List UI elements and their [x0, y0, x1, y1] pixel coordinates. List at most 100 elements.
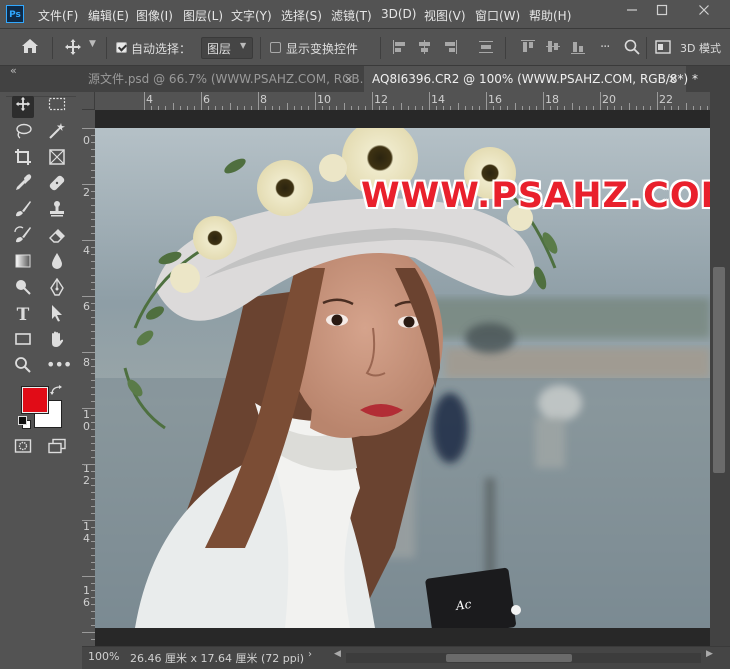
- eyedropper-icon[interactable]: [12, 174, 34, 196]
- ruler-label: 2: [83, 186, 90, 199]
- hand-icon[interactable]: [46, 330, 68, 352]
- show-transform-checkbox[interactable]: [270, 42, 281, 53]
- horizontal-scroll-thumb[interactable]: [446, 654, 572, 662]
- gradient-icon[interactable]: [12, 252, 34, 274]
- close-tab-icon[interactable]: ✕: [344, 73, 353, 86]
- scroll-left-icon[interactable]: ◀: [334, 649, 341, 659]
- vertical-ruler[interactable]: 0246810121416: [82, 110, 96, 646]
- horizontal-ruler[interactable]: 4 6 8 10 12 14 16 18 20 22: [82, 92, 710, 111]
- ruler-label: 16: [488, 93, 502, 106]
- tab-source-psd[interactable]: 源文件.psd @ 66.7% (WWW.PSAHZ.COM, RGB...: [80, 66, 371, 92]
- menu-image[interactable]: 图像(I): [136, 7, 173, 24]
- menu-type[interactable]: 文字(Y): [231, 7, 272, 24]
- ruler-label: 14: [431, 93, 445, 106]
- chevron-down-icon[interactable]: ▼: [89, 39, 96, 49]
- ruler-origin[interactable]: [82, 92, 95, 110]
- menu-help[interactable]: 帮助(H): [529, 7, 571, 24]
- align-left-icon[interactable]: [393, 40, 407, 54]
- ruler-tick: [82, 352, 95, 353]
- ruler-tick: [144, 92, 145, 110]
- screen-mode-icon[interactable]: [46, 438, 68, 460]
- close-tab-icon[interactable]: ✕: [668, 73, 677, 86]
- document-tab-bar: « 源文件.psd @ 66.7% (WWW.PSAHZ.COM, RGB...…: [0, 64, 730, 92]
- magic-wand-icon[interactable]: [46, 122, 68, 144]
- ruler-label: 10: [317, 93, 331, 106]
- search-icon[interactable]: [624, 39, 640, 58]
- workspace-icon[interactable]: [655, 40, 671, 57]
- pen-icon[interactable]: [46, 277, 68, 300]
- align-right-icon[interactable]: [443, 40, 457, 54]
- ruler-tick: [543, 92, 544, 110]
- auto-select-dropdown[interactable]: 图层 ▼: [201, 37, 253, 59]
- ruler-tick: [258, 92, 259, 110]
- ruler-tick: [571, 103, 573, 110]
- ruler-label: 6: [83, 596, 90, 609]
- maximize-icon[interactable]: [648, 2, 676, 22]
- crop-icon[interactable]: [12, 148, 34, 170]
- move-icon[interactable]: [12, 96, 34, 118]
- eraser-icon[interactable]: [46, 226, 68, 248]
- ruler-tick: [82, 520, 95, 521]
- more-options-icon[interactable]: ···: [600, 40, 610, 55]
- menu-filter[interactable]: 滤镜(T): [331, 7, 372, 24]
- document-canvas[interactable]: Ac WWW.PSAHZ.COM: [95, 110, 710, 646]
- close-icon[interactable]: [690, 2, 718, 22]
- move-tool-preset-icon[interactable]: [64, 38, 82, 59]
- ruler-tick: [685, 103, 687, 110]
- zoom-level[interactable]: 100%: [88, 650, 119, 663]
- history-brush-icon[interactable]: [12, 226, 34, 248]
- menu-layer[interactable]: 图层(L): [183, 7, 223, 24]
- frame-icon[interactable]: [46, 148, 68, 170]
- collapse-panels-icon[interactable]: «: [10, 64, 17, 77]
- zoom-icon[interactable]: [12, 356, 34, 378]
- ruler-label: 4: [83, 244, 90, 257]
- dodge-icon[interactable]: [12, 278, 34, 300]
- ruler-tick: [315, 92, 316, 110]
- auto-select-checkbox[interactable]: [116, 42, 127, 53]
- distribute-vertical-icon[interactable]: [479, 40, 493, 54]
- align-bottom-icon[interactable]: [571, 40, 585, 54]
- ruler-tick: [286, 103, 288, 110]
- menu-view[interactable]: 视图(V): [424, 7, 466, 24]
- type-icon[interactable]: T: [12, 304, 34, 326]
- foreground-color-icon[interactable]: [22, 387, 48, 413]
- rectangle-icon[interactable]: [12, 330, 34, 352]
- minimize-icon[interactable]: [618, 2, 646, 22]
- 3d-mode-label[interactable]: 3D 模式: [680, 40, 721, 56]
- brush-icon[interactable]: [12, 200, 34, 222]
- blur-icon[interactable]: [46, 252, 68, 274]
- document-image[interactable]: Ac WWW.PSAHZ.COM: [95, 128, 710, 628]
- menu-window[interactable]: 窗口(W): [475, 7, 520, 24]
- stamp-icon[interactable]: [46, 200, 68, 222]
- ruler-tick: [486, 92, 487, 110]
- home-icon[interactable]: [20, 37, 40, 58]
- marquee-icon[interactable]: [46, 96, 68, 118]
- menu-edit[interactable]: 编辑(E): [88, 7, 129, 24]
- scroll-right-icon[interactable]: ▶: [706, 649, 713, 659]
- more-icon[interactable]: •••: [46, 356, 72, 378]
- vertical-scrollbar[interactable]: [710, 92, 730, 646]
- align-vertical-center-icon[interactable]: [546, 40, 560, 54]
- svg-text:Ac: Ac: [454, 597, 472, 613]
- tab-aq8i6396[interactable]: AQ8I6396.CR2 @ 100% (WWW.PSAHZ.COM, RGB/…: [364, 66, 698, 92]
- horizontal-scrollbar[interactable]: [346, 653, 701, 663]
- ruler-tick: [172, 103, 174, 110]
- menu-file[interactable]: 文件(F): [38, 7, 78, 24]
- align-horizontal-center-icon[interactable]: [418, 40, 432, 54]
- vertical-scroll-thumb[interactable]: [713, 267, 725, 473]
- align-top-icon[interactable]: [521, 40, 535, 54]
- info-arrow-icon[interactable]: ›: [308, 649, 312, 660]
- ruler-label: 0: [83, 420, 90, 433]
- menu-3d[interactable]: 3D(D): [381, 7, 416, 21]
- show-transform-label: 显示变换控件: [286, 42, 359, 56]
- tab-label: AQ8I6396.CR2 @ 100% (WWW.PSAHZ.COM, RGB/…: [372, 72, 698, 86]
- healing-icon[interactable]: [46, 174, 68, 196]
- path-select-icon[interactable]: [46, 304, 68, 326]
- lasso-icon[interactable]: [12, 122, 34, 144]
- default-colors-icon[interactable]: [18, 416, 31, 429]
- quick-mask-icon[interactable]: [12, 438, 34, 460]
- tab-label: 源文件.psd @ 66.7% (WWW.PSAHZ.COM, RGB...: [88, 72, 372, 86]
- swap-colors-icon[interactable]: [50, 384, 64, 396]
- ruler-tick: [229, 103, 231, 110]
- menu-select[interactable]: 选择(S): [281, 7, 322, 24]
